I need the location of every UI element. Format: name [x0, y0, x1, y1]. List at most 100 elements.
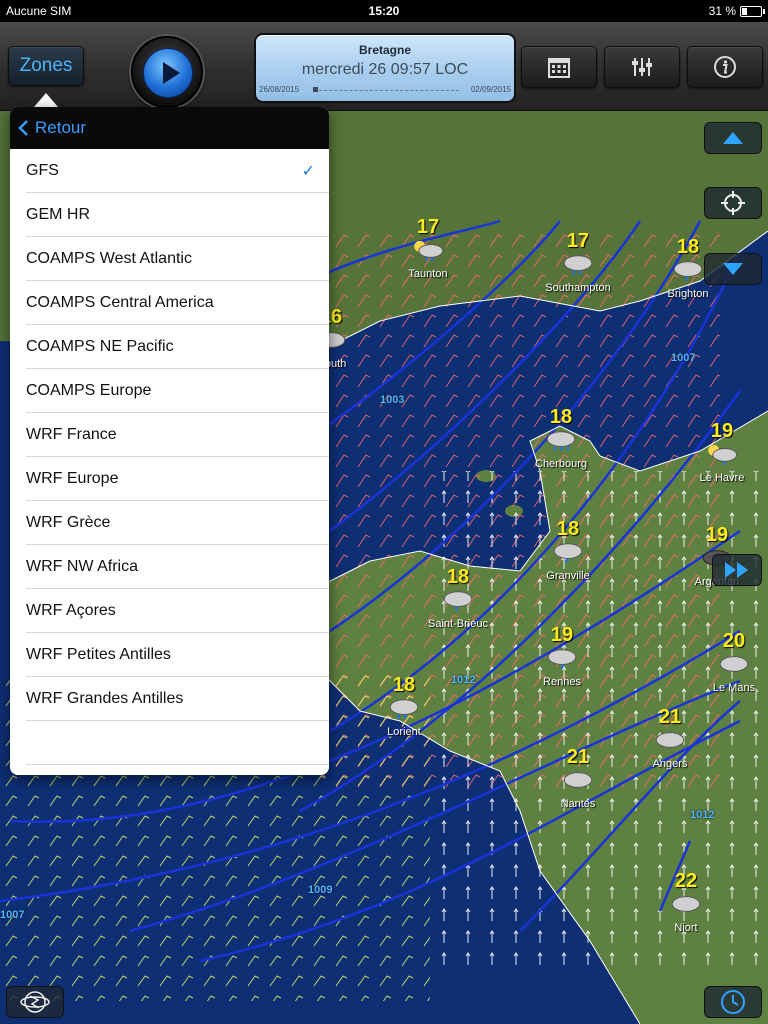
clock-button[interactable] — [704, 986, 762, 1018]
play-button[interactable] — [131, 36, 203, 108]
zoom-out-button[interactable] — [704, 253, 762, 285]
date-time-panel[interactable]: Bretagne mercredi 26 09:57 LOC 26/08/201… — [254, 33, 516, 103]
city-forecast[interactable]: 17 Taunton — [388, 217, 468, 280]
zone-item-gfs[interactable]: GFS ✓ — [26, 149, 329, 193]
city-name: Nantes — [560, 798, 596, 810]
zone-item-wrf-grece[interactable]: WRF Grèce — [26, 501, 329, 545]
globe-button[interactable] — [6, 986, 64, 1018]
city-forecast[interactable]: 18 Lorient — [364, 675, 444, 738]
timeline-slider[interactable] — [314, 90, 459, 91]
popover-arrow — [34, 93, 58, 107]
city-forecast[interactable]: 20 Le Mans — [700, 631, 768, 694]
sun-cloud-rain-icon — [708, 444, 738, 466]
temperature-label: 18 — [556, 518, 580, 540]
info-icon — [714, 56, 736, 78]
city-forecast[interactable]: 22 Niort — [646, 871, 726, 934]
zones-popover: Retour GFS ✓ GEM HR COAMPS West Atlantic … — [10, 107, 329, 775]
zone-item-coamps-west-atlantic[interactable]: COAMPS West Atlantic — [26, 237, 329, 281]
cloud-rain-icon — [389, 699, 419, 720]
temperature-label: 21 — [658, 706, 682, 728]
zone-label: WRF Grandes Antilles — [26, 689, 184, 707]
city-name: Southampton — [545, 282, 611, 294]
zone-item-coamps-central-america[interactable]: COAMPS Central America — [26, 281, 329, 325]
zone-list: GFS ✓ GEM HR COAMPS West Atlantic COAMPS … — [10, 149, 329, 765]
city-forecast[interactable]: 21 Angers — [630, 707, 710, 770]
battery-icon — [740, 6, 765, 17]
cloud-rain-icon — [443, 591, 473, 612]
city-forecast[interactable]: 21 Nantes — [538, 747, 618, 810]
city-name: Rennes — [543, 676, 581, 688]
cloud-icon — [655, 732, 685, 748]
chevron-left-icon — [18, 120, 28, 136]
zone-item-coamps-ne-pacific[interactable]: COAMPS NE Pacific — [26, 325, 329, 369]
city-forecast[interactable]: 17 Southampton — [538, 231, 618, 294]
zone-item-coamps-europe[interactable]: COAMPS Europe — [26, 369, 329, 413]
status-bar: Aucune SIM 15:20 31 % — [0, 0, 768, 22]
zones-button[interactable]: Zones — [8, 46, 84, 86]
cloud-rain-icon — [673, 261, 703, 282]
city-forecast[interactable]: 18 Cherbourg — [521, 407, 601, 470]
city-name: Le Havre — [699, 472, 745, 484]
zone-item-wrf-nw-africa[interactable]: WRF NW Africa — [26, 545, 329, 589]
locate-button[interactable] — [704, 187, 762, 219]
cloud-icon — [563, 772, 593, 788]
zone-item-wrf-acores[interactable]: WRF Açores — [26, 589, 329, 633]
zone-label: GFS — [26, 161, 59, 179]
cloud-rain-icon — [547, 649, 577, 670]
pressure-label: 1007 — [671, 352, 696, 364]
region-label: Bretagne — [358, 43, 411, 57]
settings-button[interactable] — [604, 46, 680, 88]
city-forecast[interactable]: 18 Saint-Brieuc — [418, 567, 498, 630]
popover-header: Retour — [10, 107, 329, 149]
pressure-label: 1009 — [308, 884, 333, 896]
sliders-icon — [632, 58, 652, 76]
zone-label: WRF NW Africa — [26, 557, 138, 575]
zone-label: WRF Europe — [26, 469, 119, 487]
zone-label: COAMPS NE Pacific — [26, 337, 174, 355]
pressure-label: 1003 — [380, 394, 405, 406]
zone-label: COAMPS West Atlantic — [26, 249, 192, 267]
zone-label: WRF Grèce — [26, 513, 111, 531]
list-item-empty — [26, 721, 329, 765]
back-label: Retour — [35, 118, 87, 137]
range-end-date: 02/09/2015 — [470, 85, 511, 94]
temperature-label: 20 — [722, 630, 746, 652]
checkmark-icon: ✓ — [301, 163, 315, 180]
city-forecast[interactable]: 18 Granville — [528, 519, 608, 582]
info-button[interactable] — [687, 46, 763, 88]
zone-label: WRF France — [26, 425, 117, 443]
battery-label: 31 % — [708, 4, 736, 18]
zone-label: WRF Petites Antilles — [26, 645, 171, 663]
forecast-datetime: mercredi 26 09:57 LOC — [301, 61, 469, 78]
city-forecast[interactable]: 19 Rennes — [522, 625, 602, 688]
crosshair-icon — [721, 191, 745, 215]
zone-item-wrf-europe[interactable]: WRF Europe — [26, 457, 329, 501]
zone-item-wrf-petites-antilles[interactable]: WRF Petites Antilles — [26, 633, 329, 677]
cloud-rain-icon — [553, 543, 583, 564]
back-button[interactable]: Retour — [18, 118, 86, 138]
toolbar: Zones Bretagne mercredi 26 09:57 LOC 26/… — [0, 22, 768, 111]
zone-label: WRF Açores — [26, 601, 116, 619]
play-icon — [143, 48, 193, 98]
temperature-label: 22 — [674, 870, 698, 892]
cloud-icon — [719, 656, 749, 672]
timeline-knob[interactable] — [313, 87, 318, 92]
zoom-in-arrow-icon — [723, 132, 743, 144]
temperature-label: 18 — [392, 674, 416, 696]
temperature-label: 19 — [710, 420, 734, 442]
cloud-rain-icon — [563, 255, 593, 276]
city-name: Taunton — [408, 268, 448, 280]
city-forecast[interactable]: 19 Le Havre — [682, 421, 762, 484]
city-name: Le Mans — [712, 682, 756, 694]
zone-item-wrf-france[interactable]: WRF France — [26, 413, 329, 457]
fast-forward-button[interactable] — [712, 554, 762, 586]
cloud-rain-icon — [546, 431, 576, 452]
zone-item-gem-hr[interactable]: GEM HR — [26, 193, 329, 237]
zone-label: GEM HR — [26, 205, 90, 223]
temperature-label: 18 — [446, 566, 470, 588]
temperature-label: 18 — [549, 406, 573, 428]
calendar-button[interactable] — [521, 46, 597, 88]
zoom-in-button[interactable] — [704, 122, 762, 154]
zone-item-wrf-grandes-antilles[interactable]: WRF Grandes Antilles — [26, 677, 329, 721]
pressure-label: 1007 — [0, 909, 25, 921]
